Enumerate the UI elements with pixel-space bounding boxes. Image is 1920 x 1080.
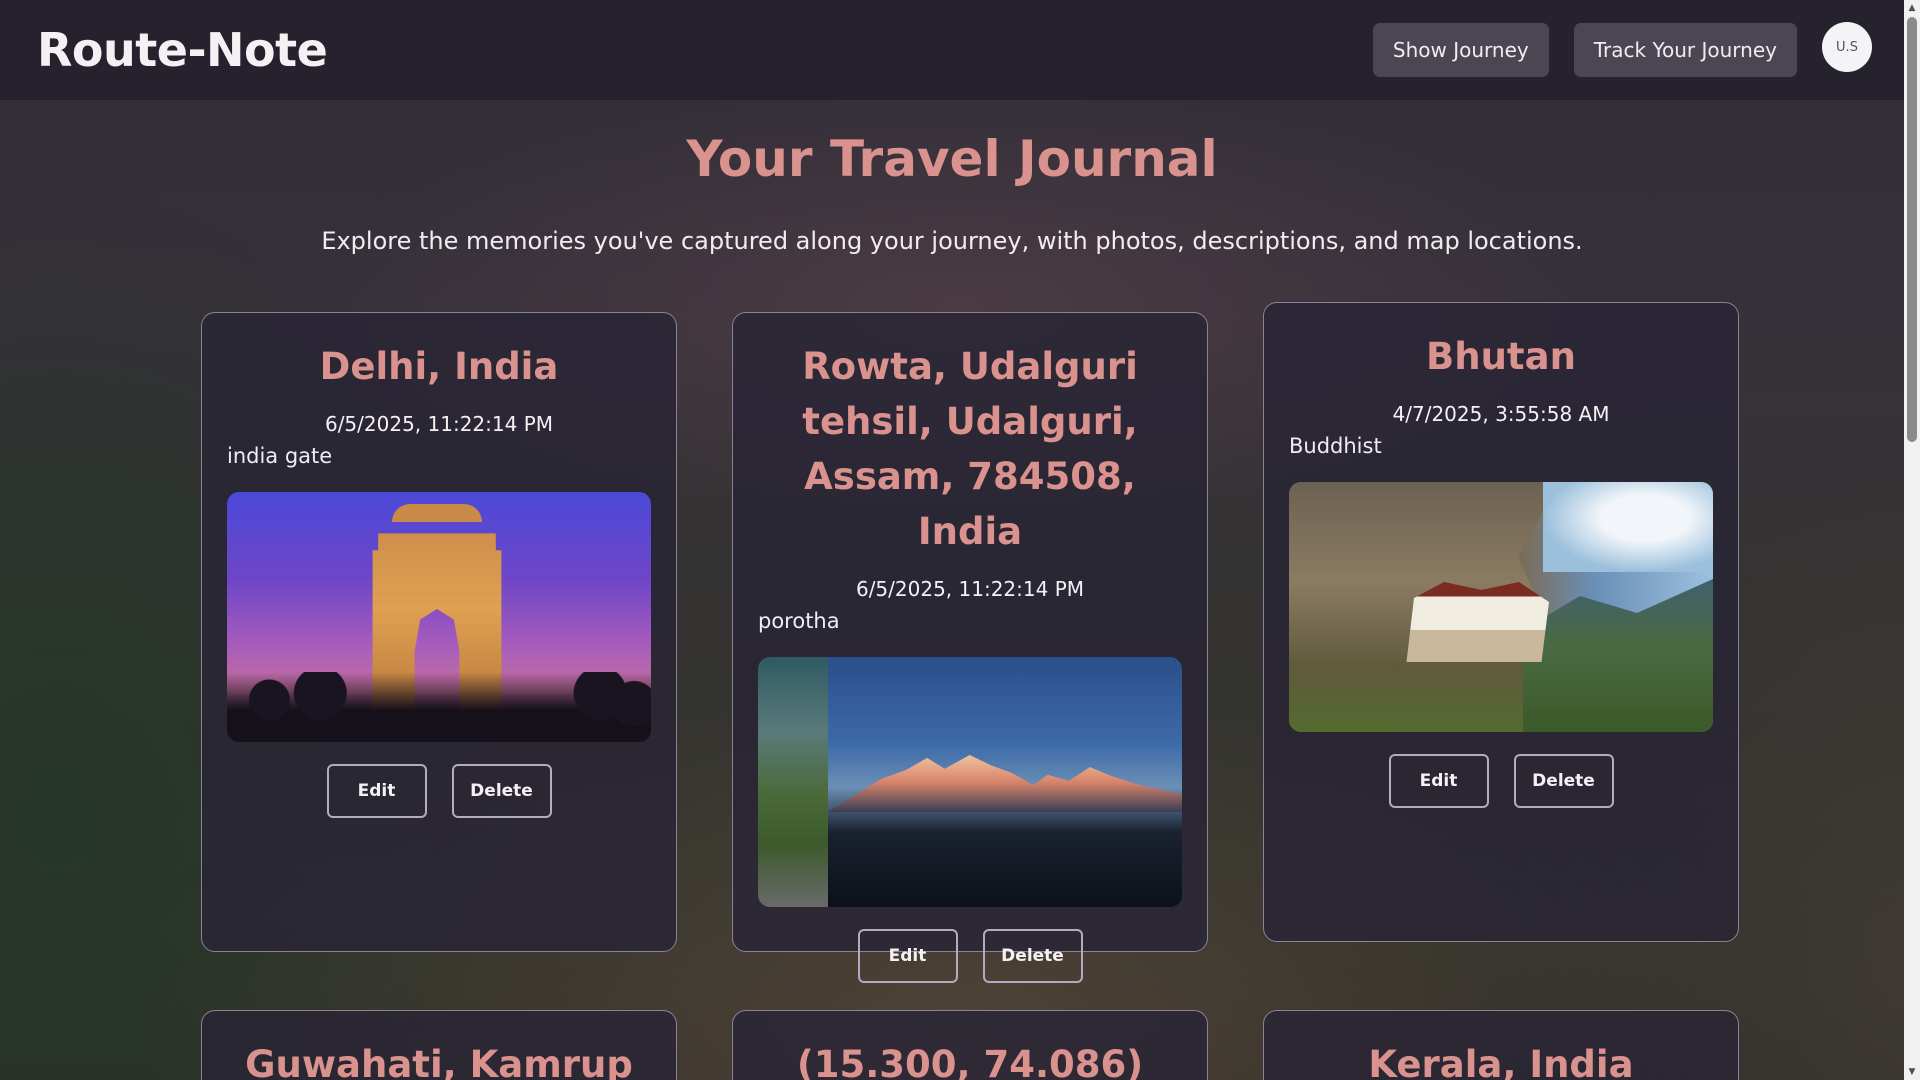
entry-date: 6/5/2025, 11:22:14 PM (324, 412, 554, 436)
entry-photo (227, 492, 651, 742)
scroll-up-arrow-icon[interactable]: ▲ (1904, 0, 1920, 16)
scrollbar-thumb[interactable] (1907, 17, 1917, 442)
journal-entry-card: Guwahati, Kamrup (201, 1010, 677, 1080)
entry-photo (758, 657, 1182, 907)
entry-location-title: (15.300, 74.086) (796, 1043, 1144, 1080)
entry-description: india gate (227, 444, 333, 468)
track-your-journey-button[interactable]: Track Your Journey (1573, 23, 1797, 77)
journal-entry-card: Delhi, India 6/5/2025, 11:22:14 PM india… (201, 312, 677, 952)
user-avatar[interactable]: U.S (1822, 22, 1872, 72)
delete-button[interactable]: Delete (1513, 754, 1614, 808)
edit-button[interactable]: Edit (857, 929, 958, 983)
vertical-scrollbar[interactable]: ▲ ▼ (1904, 0, 1920, 1080)
entry-actions: Edit Delete (227, 764, 651, 818)
entry-description: porotha (758, 609, 840, 633)
entry-description: Buddhist (1289, 434, 1382, 458)
brand-logo[interactable]: Route-Note (37, 23, 328, 77)
edit-button[interactable]: Edit (326, 764, 427, 818)
delete-button[interactable]: Delete (982, 929, 1083, 983)
entry-location-title: Rowta, Udalguri tehsil, Udalguri, Assam,… (802, 345, 1138, 553)
entry-actions: Edit Delete (1289, 754, 1713, 808)
entry-location-title: Kerala, India (1368, 1043, 1634, 1080)
journal-entry-card: Bhutan 4/7/2025, 3:55:58 AM Buddhist Edi… (1263, 302, 1739, 942)
page-subtitle: Explore the memories you've captured alo… (321, 227, 1583, 255)
delete-button[interactable]: Delete (451, 764, 552, 818)
show-journey-button[interactable]: Show Journey (1372, 23, 1549, 77)
nav-menu: Show Journey Track Your Journey U.S (1372, 22, 1872, 77)
entry-location-title: Guwahati, Kamrup (245, 1043, 633, 1080)
entry-actions: Edit Delete (758, 929, 1182, 983)
journal-page: Your Travel Journal Explore the memories… (0, 100, 1904, 1080)
journal-entry-card: (15.300, 74.086) (732, 1010, 1208, 1080)
entry-date: 6/5/2025, 11:22:14 PM (855, 577, 1085, 601)
entry-location-title: Delhi, India (319, 345, 559, 388)
journal-entry-card: Rowta, Udalguri tehsil, Udalguri, Assam,… (732, 312, 1208, 983)
scroll-down-arrow-icon[interactable]: ▼ (1904, 1064, 1920, 1080)
journal-entry-card: Kerala, India (1263, 1010, 1739, 1080)
edit-button[interactable]: Edit (1388, 754, 1489, 808)
top-navbar: Route-Note Show Journey Track Your Journ… (0, 0, 1904, 100)
entry-location-title: Bhutan (1426, 335, 1576, 378)
entry-date: 4/7/2025, 3:55:58 AM (1392, 402, 1610, 426)
page-title: Your Travel Journal (686, 130, 1218, 188)
entry-photo (1289, 482, 1713, 732)
